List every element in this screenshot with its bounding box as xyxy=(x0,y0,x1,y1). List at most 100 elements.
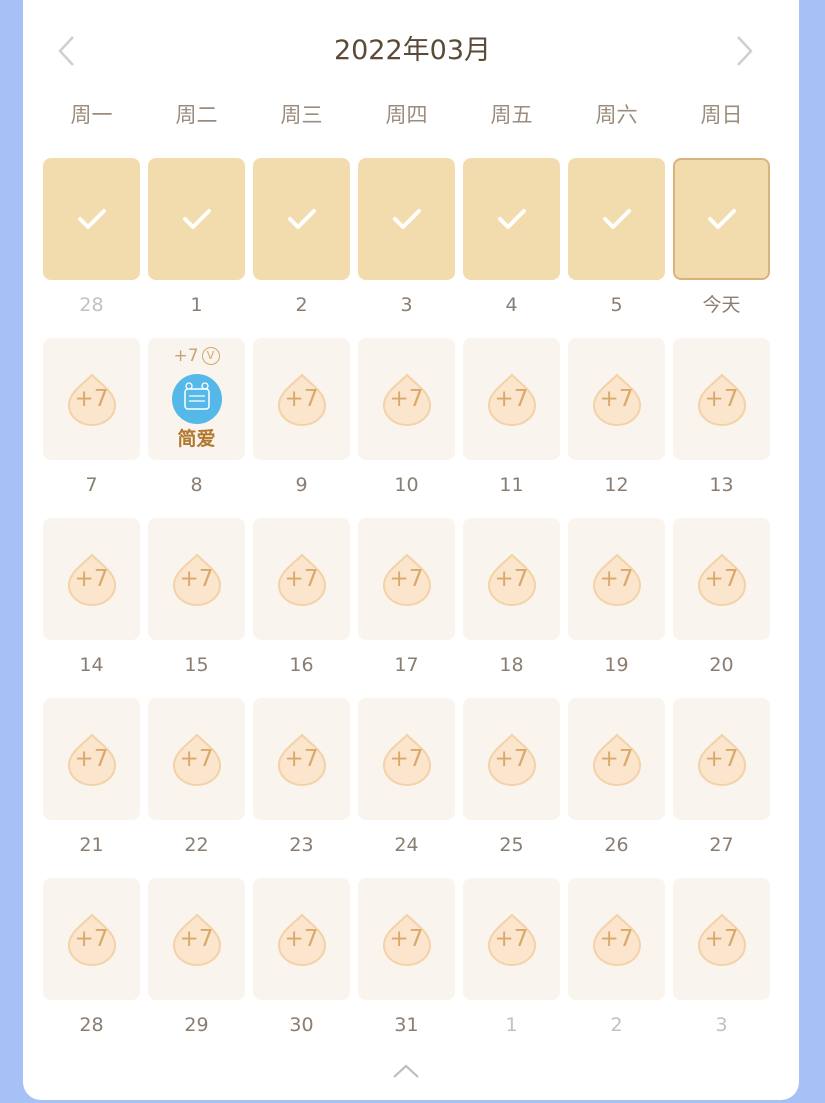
reward-label: +7 xyxy=(599,926,634,952)
next-month-button[interactable] xyxy=(730,36,760,66)
reward-drop: +7 xyxy=(276,911,328,967)
day-cell-reward[interactable]: +7 xyxy=(463,698,560,820)
reward-drop: +7 xyxy=(591,371,643,427)
day-number: 28 xyxy=(79,294,104,316)
reward-label: +7 xyxy=(389,746,424,772)
day-cell-checked[interactable] xyxy=(253,158,350,280)
day-cell-reward[interactable]: +7 xyxy=(358,878,455,1000)
day-cell-checked[interactable] xyxy=(148,158,245,280)
reward-drop: +7 xyxy=(486,731,538,787)
day-cell-special[interactable]: +7 V 简爱 xyxy=(148,338,245,460)
day-cell-reward[interactable]: +7 xyxy=(253,338,350,460)
day-cell-reward[interactable]: +7 xyxy=(568,878,665,1000)
reward-label: +7 xyxy=(599,386,634,412)
day-cell-reward[interactable]: +7 xyxy=(463,338,560,460)
weekday-label: 周六 xyxy=(595,103,638,127)
day-cell-reward[interactable]: +7 xyxy=(673,698,770,820)
day-number: 29 xyxy=(184,1014,209,1036)
check-icon xyxy=(707,209,736,229)
reward-label: +7 xyxy=(704,926,739,952)
day-cell-reward[interactable]: +7 xyxy=(148,878,245,1000)
day-cell-reward[interactable]: +7 xyxy=(673,518,770,640)
day-number: 2 xyxy=(610,1014,623,1036)
reward-drop: +7 xyxy=(696,551,748,607)
reward-drop: +7 xyxy=(381,371,433,427)
day-cell-reward[interactable]: +7 xyxy=(43,698,140,820)
day-cell-reward[interactable]: +7 xyxy=(673,878,770,1000)
reward-label: +7 xyxy=(494,566,529,592)
reward-drop: +7 xyxy=(696,731,748,787)
day-cell-reward[interactable]: +7 xyxy=(568,338,665,460)
reward-label: +7 xyxy=(389,566,424,592)
day-cell-checked[interactable] xyxy=(463,158,560,280)
reward-drop: +7 xyxy=(66,731,118,787)
day-cell-reward[interactable]: +7 xyxy=(673,338,770,460)
day-cell-reward[interactable]: +7 xyxy=(253,698,350,820)
day-cell-reward[interactable]: +7 xyxy=(358,338,455,460)
reward-drop: +7 xyxy=(591,731,643,787)
day-cell-reward[interactable]: +7 xyxy=(463,518,560,640)
day-number: 16 xyxy=(289,654,314,676)
day-number: 30 xyxy=(289,1014,314,1036)
day-number: 2 xyxy=(295,294,308,316)
day-number: 31 xyxy=(394,1014,419,1036)
day-number: 13 xyxy=(709,474,734,496)
reward-label: +7 xyxy=(74,386,109,412)
day-cell-reward[interactable]: +7 xyxy=(253,878,350,1000)
reward-label: +7 xyxy=(704,566,739,592)
weekday-label: 周二 xyxy=(175,103,218,127)
reward-drop: +7 xyxy=(171,551,223,607)
day-cell-reward[interactable]: +7 xyxy=(43,518,140,640)
day-number: 21 xyxy=(79,834,104,856)
reward-label: +7 xyxy=(599,746,634,772)
reward-drop: +7 xyxy=(66,371,118,427)
reward-drop: +7 xyxy=(486,911,538,967)
chevron-right-icon xyxy=(737,36,753,66)
day-number: 26 xyxy=(604,834,629,856)
day-number: 今天 xyxy=(702,294,741,316)
day-number: 3 xyxy=(715,1014,728,1036)
reward-label: +7 xyxy=(494,386,529,412)
reward-drop: +7 xyxy=(696,911,748,967)
day-cell-reward[interactable]: +7 xyxy=(358,518,455,640)
day-cell-reward[interactable]: +7 xyxy=(358,698,455,820)
reward-label: +7 xyxy=(494,746,529,772)
reward-drop: +7 xyxy=(276,731,328,787)
day-number: 20 xyxy=(709,654,734,676)
day-cell-reward[interactable]: +7 xyxy=(463,878,560,1000)
vip-v-icon: V xyxy=(201,347,220,365)
day-cell-reward[interactable]: +7 xyxy=(253,518,350,640)
reward-label: +7 xyxy=(704,746,739,772)
day-number: 11 xyxy=(499,474,524,496)
reward-label: +7 xyxy=(389,386,424,412)
collapse-button[interactable] xyxy=(392,1062,420,1080)
day-number: 1 xyxy=(505,1014,518,1036)
day-cell-checked[interactable] xyxy=(43,158,140,280)
day-cell-today[interactable] xyxy=(673,158,770,280)
day-number: 18 xyxy=(499,654,524,676)
reward-label: +7 xyxy=(74,926,109,952)
reward-drop: +7 xyxy=(66,911,118,967)
day-cell-reward[interactable]: +7 xyxy=(568,698,665,820)
reward-drop: +7 xyxy=(171,911,223,967)
day-cell-reward[interactable]: +7 xyxy=(148,698,245,820)
day-cell-checked[interactable] xyxy=(568,158,665,280)
check-icon xyxy=(497,209,526,229)
day-cell-reward[interactable]: +7 xyxy=(568,518,665,640)
day-number: 28 xyxy=(79,1014,104,1036)
check-icon xyxy=(602,209,631,229)
reward-label: +7 xyxy=(179,566,214,592)
day-cell-reward[interactable]: +7 xyxy=(148,518,245,640)
day-number: 12 xyxy=(604,474,629,496)
day-cell-checked[interactable] xyxy=(358,158,455,280)
reward-label: +7 xyxy=(284,566,319,592)
day-number: 19 xyxy=(604,654,629,676)
day-cell-reward[interactable]: +7 xyxy=(43,878,140,1000)
reward-label: +7 xyxy=(179,746,214,772)
reward-drop: +7 xyxy=(276,551,328,607)
day-cell-reward[interactable]: +7 xyxy=(43,338,140,460)
reward-label: +7 xyxy=(284,926,319,952)
weekday-label: 周三 xyxy=(280,103,323,127)
reward-label: +7 xyxy=(494,926,529,952)
reward-label: +7 xyxy=(599,566,634,592)
